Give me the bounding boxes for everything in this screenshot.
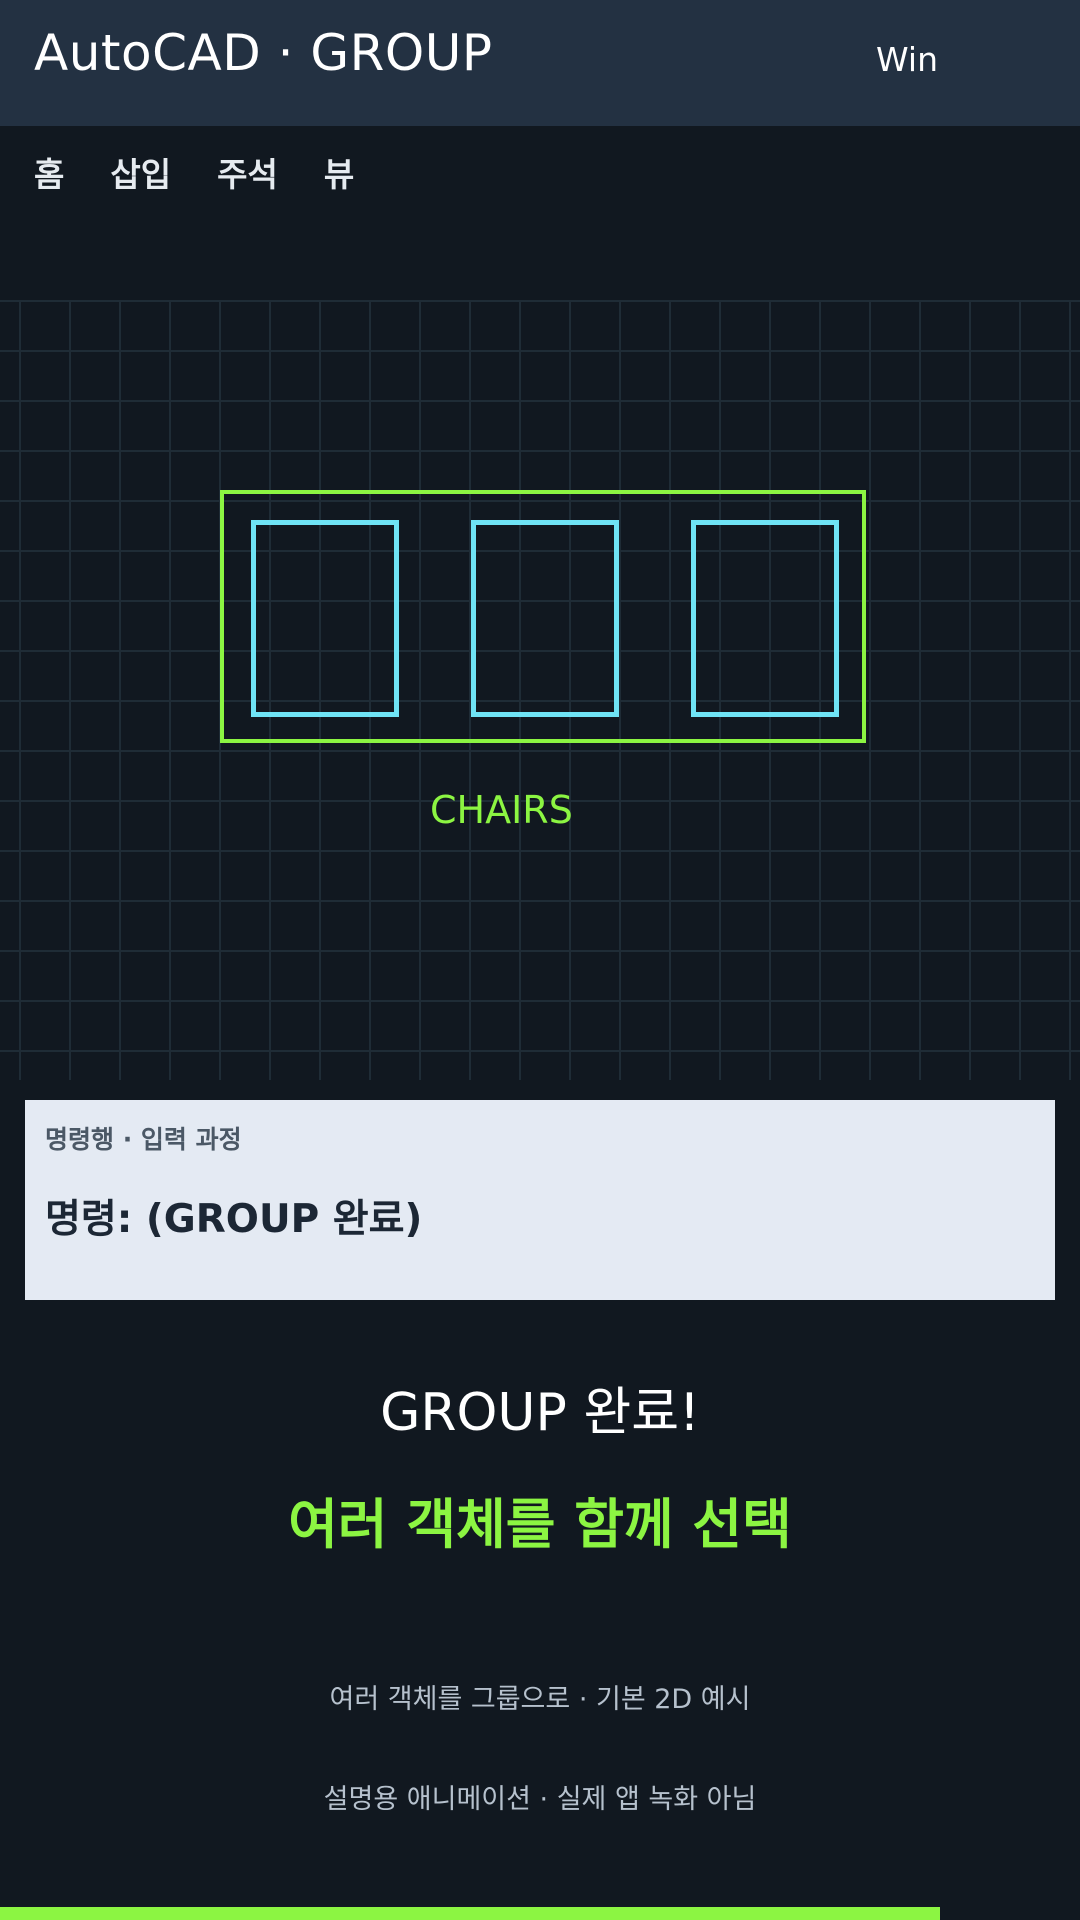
title-bar: AutoCAD · GROUP Win: [0, 0, 1080, 126]
ribbon-tabs: 홈 삽입 주석 뷰: [34, 148, 354, 196]
footnote-example: 여러 객체를 그룹으로 · 기본 2D 예시: [329, 1684, 751, 1715]
platform-label: Win: [876, 40, 938, 79]
chair-2[interactable]: [471, 520, 619, 717]
drawing-viewport[interactable]: CHAIRS: [0, 300, 1080, 1080]
progress-bar: [0, 1907, 1080, 1920]
chair-1[interactable]: [251, 520, 399, 717]
tab-annotate[interactable]: 주석: [217, 148, 278, 196]
group-name-label: CHAIRS: [430, 788, 573, 832]
app-title: AutoCAD · GROUP: [34, 24, 493, 82]
footnote-disclaimer: 설명용 애니메이션 · 실제 앱 녹화 아님: [323, 1784, 757, 1815]
tab-view[interactable]: 뷰: [324, 148, 354, 196]
command-caption: 명령행 · 입력 과정: [45, 1125, 242, 1154]
tab-insert[interactable]: 삽입: [110, 148, 171, 196]
command-text[interactable]: 명령: (GROUP 완료): [45, 1188, 1035, 1244]
command-line-panel: 명령행 · 입력 과정 명령: (GROUP 완료): [25, 1100, 1055, 1300]
result-headline: GROUP 완료!: [380, 1383, 700, 1443]
chair-3[interactable]: [691, 520, 839, 717]
progress-fill: [0, 1907, 940, 1920]
tab-home[interactable]: 홈: [34, 148, 64, 196]
result-subhead: 여러 객체를 함께 선택: [288, 1493, 792, 1556]
